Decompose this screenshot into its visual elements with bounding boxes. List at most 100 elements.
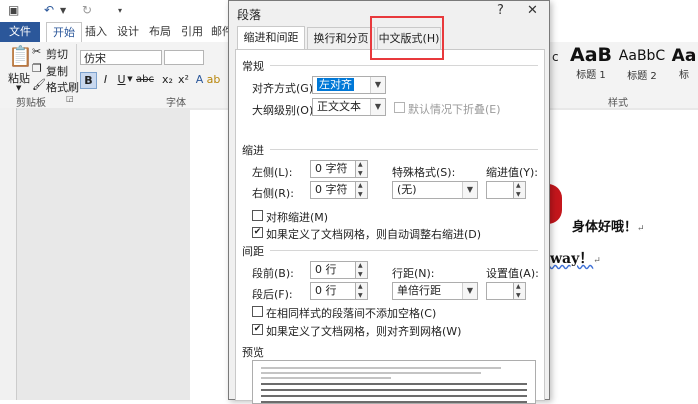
redo-icon[interactable]: ↻ xyxy=(82,3,92,17)
superscript-button[interactable]: x² xyxy=(176,72,191,87)
line-spacing-select[interactable]: 单倍行距 ▼ xyxy=(392,282,478,300)
tab-line-page-breaks[interactable]: 换行和分页(P) xyxy=(307,27,375,67)
spacing-at-stepper[interactable] xyxy=(514,282,526,300)
style-heading1-name: 标题 1 xyxy=(576,70,606,81)
chevron-down-icon: ▼ xyxy=(370,99,385,115)
space-before-input[interactable]: 0 行 xyxy=(310,261,356,279)
left-indent-input[interactable]: 0 字符 xyxy=(310,160,356,178)
auto-adjust-checkbox[interactable]: ✔ xyxy=(252,227,263,238)
undo-dropdown-icon[interactable]: ▼ xyxy=(60,6,66,15)
style-heading1[interactable]: AaB 标题 1 xyxy=(566,44,616,81)
indent-by-stepper[interactable] xyxy=(514,181,526,199)
document-line-2[interactable]: way！↵ xyxy=(550,248,601,268)
quick-access-dropdown-icon[interactable]: ▾ xyxy=(118,6,122,15)
paste-icon[interactable]: 📋 xyxy=(8,44,33,68)
vertical-ruler xyxy=(0,108,17,400)
snap-to-grid-label: 如果定义了文档网格，则对齐到网格(W) xyxy=(266,325,462,338)
paragraph-mark: ↵ xyxy=(637,224,645,234)
style-gallery-partial: c xyxy=(552,50,559,64)
indent-by-input[interactable] xyxy=(486,181,514,199)
format-painter-icon: 🖌 xyxy=(32,78,46,91)
underline-dropdown-icon[interactable]: ▼ xyxy=(126,72,134,87)
document-line-1[interactable]: 身体好哦！↵ xyxy=(572,216,645,235)
preview-line xyxy=(261,377,391,379)
close-icon[interactable]: ✕ xyxy=(527,3,538,18)
highlight-box xyxy=(370,16,444,60)
text-effects-icon[interactable]: A xyxy=(192,72,207,87)
special-indent-value: (无) xyxy=(397,183,417,196)
paragraph-preview xyxy=(252,360,536,404)
spacing-heading: 间距 xyxy=(242,245,264,258)
right-indent-stepper[interactable] xyxy=(356,181,368,199)
spacing-at-input[interactable] xyxy=(486,282,514,300)
style-title-sample: Aa xyxy=(671,46,697,66)
no-space-same-style-checkbox[interactable] xyxy=(252,306,263,317)
format-painter-button[interactable]: 格式刷 xyxy=(46,79,79,95)
font-name-select[interactable]: 仿宋 xyxy=(80,50,162,65)
cut-button[interactable]: 剪切 xyxy=(46,46,68,62)
strikethrough-button[interactable]: abc xyxy=(134,72,156,87)
snap-to-grid-checkbox[interactable]: ✔ xyxy=(252,324,263,335)
space-before-label: 段前(B): xyxy=(252,267,294,280)
document-line-2-text: way！ xyxy=(550,251,594,267)
font-size-select[interactable] xyxy=(164,50,204,65)
group-label-styles: 样式 xyxy=(608,98,628,109)
preview-line xyxy=(261,372,481,374)
divider xyxy=(270,65,538,66)
left-indent-stepper[interactable] xyxy=(356,160,368,178)
special-indent-select[interactable]: (无) ▼ xyxy=(392,181,478,199)
style-title-name: 标 xyxy=(679,70,689,81)
help-icon[interactable]: ? xyxy=(497,3,504,18)
undo-icon[interactable]: ↶ xyxy=(44,3,54,17)
style-heading1-sample: AaB xyxy=(569,44,612,66)
group-divider xyxy=(76,44,77,90)
style-heading2[interactable]: AaBbC 标题 2 xyxy=(616,48,668,82)
chevron-down-icon: ▼ xyxy=(462,283,477,299)
special-indent-label: 特殊格式(S): xyxy=(392,166,456,179)
paste-dropdown-icon[interactable]: ▼ xyxy=(16,84,21,92)
save-icon[interactable]: ▣ xyxy=(8,3,19,17)
dialog-title: 段落 xyxy=(237,8,262,22)
italic-button[interactable]: I xyxy=(98,72,113,87)
paragraph-mark: ↵ xyxy=(593,256,601,266)
tab-design[interactable]: 设计 xyxy=(114,22,142,42)
indent-by-label: 缩进值(Y): xyxy=(486,166,539,179)
highlight-color-icon[interactable]: ab xyxy=(206,72,221,87)
style-title[interactable]: Aa 标 xyxy=(670,46,698,81)
alignment-select[interactable]: 左对齐 ▼ xyxy=(312,76,386,94)
space-before-stepper[interactable] xyxy=(356,261,368,279)
space-after-label: 段后(F): xyxy=(252,288,293,301)
tab-file[interactable]: 文件 xyxy=(0,22,40,42)
line-spacing-value: 单倍行距 xyxy=(397,284,441,297)
tab-home[interactable]: 开始 xyxy=(46,22,82,43)
auto-adjust-label: 如果定义了文档网格，则自动调整右缩进(D) xyxy=(266,228,482,241)
tab-layout[interactable]: 布局 xyxy=(146,22,174,42)
line-spacing-label: 行距(N): xyxy=(392,267,435,280)
collapse-checkbox[interactable] xyxy=(394,102,405,113)
clipboard-launcher-icon[interactable]: ◲ xyxy=(66,94,74,103)
right-indent-input[interactable]: 0 字符 xyxy=(310,181,356,199)
outline-level-select[interactable]: 正文文本 ▼ xyxy=(312,98,386,116)
tab-references[interactable]: 引用 xyxy=(178,22,206,42)
outline-level-value: 正文文本 xyxy=(317,100,361,113)
copy-button[interactable]: 复制 xyxy=(46,63,68,79)
outline-level-label: 大纲级别(O): xyxy=(252,104,317,117)
chevron-down-icon: ▼ xyxy=(370,77,385,93)
cut-icon: ✂ xyxy=(32,45,42,58)
spacing-at-label: 设置值(A): xyxy=(486,267,539,280)
style-heading2-name: 标题 2 xyxy=(627,71,657,82)
preview-line xyxy=(261,395,527,397)
preview-heading: 预览 xyxy=(242,346,264,359)
mirror-indent-checkbox[interactable] xyxy=(252,210,263,221)
bold-button[interactable]: B xyxy=(80,72,97,89)
chevron-down-icon: ▼ xyxy=(462,182,477,198)
space-after-stepper[interactable] xyxy=(356,282,368,300)
mirror-indent-label: 对称缩进(M) xyxy=(266,211,329,224)
paragraph-dialog: 段落 ? ✕ 缩进和间距(I) 换行和分页(P) 中文版式(H) 常规 对齐方式… xyxy=(228,0,550,404)
space-after-input[interactable]: 0 行 xyxy=(310,282,356,300)
tab-indents-spacing[interactable]: 缩进和间距(I) xyxy=(237,26,305,66)
right-indent-label: 右侧(R): xyxy=(252,187,294,200)
copy-icon: ❐ xyxy=(32,62,42,75)
subscript-button[interactable]: x₂ xyxy=(160,72,175,87)
tab-insert[interactable]: 插入 xyxy=(82,22,110,42)
